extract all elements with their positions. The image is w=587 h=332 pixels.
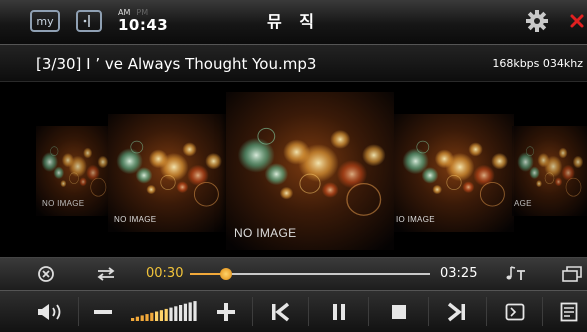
my-button[interactable]: my	[30, 8, 60, 34]
list-button[interactable]	[550, 291, 587, 332]
volume-bar	[150, 312, 154, 321]
lyrics-button[interactable]	[500, 262, 530, 286]
volume-down-icon	[94, 309, 112, 314]
clock-time: 10:43	[118, 16, 169, 34]
control-bar	[0, 290, 587, 332]
separator	[486, 297, 487, 326]
separator	[428, 297, 429, 326]
no-image-label: NO IMAGE	[114, 215, 157, 224]
seek-knob[interactable]	[220, 268, 232, 280]
volume-level[interactable]	[128, 291, 200, 332]
no-image-label: IO IMAGE	[396, 215, 435, 224]
now-playing-bar: [3/30] I ’ ve Always Thought You.mp3 168…	[0, 45, 587, 82]
volume-bar	[174, 305, 178, 321]
separator	[368, 297, 369, 326]
current-time: 00:30	[146, 266, 184, 281]
no-image-label: NO IMAGE	[234, 226, 297, 240]
no-image-label: AGE	[514, 199, 532, 208]
separator	[542, 297, 543, 326]
separator	[78, 297, 79, 326]
top-bar: my AM PM 10:43 뮤 직	[0, 0, 587, 45]
coverflow[interactable]: NO IMAGE NO IMAGE NO IMAGE IO IMAGE AGE	[0, 82, 587, 256]
next-button[interactable]	[434, 291, 480, 332]
previous-icon	[272, 302, 290, 321]
volume-bar	[179, 304, 183, 321]
volume-bar	[145, 313, 149, 321]
gear-icon	[526, 10, 548, 32]
cover-far-left[interactable]: NO IMAGE	[36, 126, 112, 216]
lyrics-icon	[506, 266, 525, 280]
next-icon	[447, 302, 465, 321]
list-icon	[560, 302, 577, 321]
total-time: 03:25	[440, 266, 478, 281]
close-icon	[570, 14, 583, 28]
my-label: my	[36, 14, 54, 28]
settings-button[interactable]	[522, 8, 552, 34]
speaker-icon	[38, 303, 61, 320]
track-title: [3/30] I ’ ve Always Thought You.mp3	[36, 55, 317, 73]
volume-bar	[140, 314, 144, 321]
playlist-icon	[562, 266, 582, 282]
volume-up-icon	[217, 302, 235, 321]
volume-bar	[164, 308, 168, 321]
cover-current[interactable]: NO IMAGE	[226, 92, 394, 250]
close-button[interactable]	[566, 8, 587, 34]
stop-icon	[392, 304, 406, 319]
cover-far-right[interactable]: AGE	[512, 126, 587, 216]
cover-left[interactable]: NO IMAGE	[108, 114, 228, 232]
bitrate-info: 168kbps 034khz	[492, 57, 583, 70]
volume-down-button[interactable]	[86, 291, 120, 332]
volume-up-button[interactable]	[206, 291, 246, 332]
my-icon: my	[30, 10, 60, 32]
previous-button[interactable]	[258, 291, 302, 332]
pause-button[interactable]	[316, 291, 362, 332]
separator	[308, 297, 309, 326]
screen-icon	[505, 303, 525, 320]
cover-right[interactable]: IO IMAGE	[394, 114, 514, 232]
split-screen-button[interactable]	[76, 8, 102, 34]
repeat-icon	[97, 267, 115, 281]
repeat-button[interactable]	[92, 262, 120, 286]
pause-icon	[333, 303, 345, 320]
volume-bar	[135, 316, 139, 321]
separator	[252, 297, 253, 326]
volume-bar	[159, 309, 163, 321]
screen-button[interactable]	[494, 291, 536, 332]
volume-bar	[188, 301, 192, 321]
volume-level-icon	[131, 300, 197, 321]
volume-bar	[193, 300, 197, 321]
shuffle-off-icon	[38, 266, 54, 282]
volume-bar	[169, 307, 173, 321]
stop-button[interactable]	[376, 291, 422, 332]
volume-bar	[131, 317, 135, 321]
volume-bar	[183, 303, 187, 321]
shuffle-button[interactable]	[32, 262, 60, 286]
clock: AM PM 10:43	[118, 8, 168, 36]
seek-slider[interactable]	[190, 268, 430, 280]
mute-button[interactable]	[28, 291, 72, 332]
volume-bar	[155, 311, 159, 321]
seek-bar: 00:30 03:25	[0, 257, 587, 290]
split-screen-icon	[76, 10, 102, 32]
playlist-button[interactable]	[558, 262, 586, 286]
no-image-label: NO IMAGE	[42, 199, 85, 208]
